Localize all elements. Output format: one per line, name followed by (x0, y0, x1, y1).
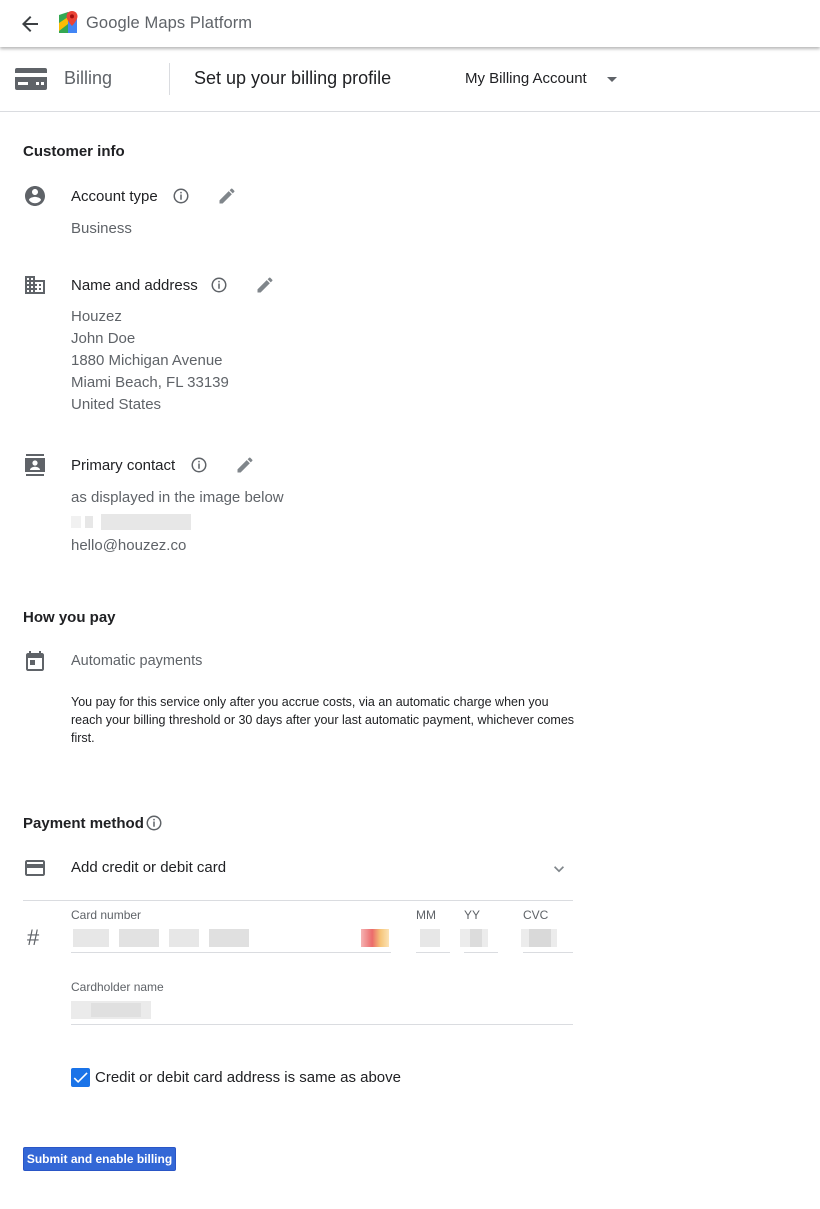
primary-contact-name: as displayed in the image below (71, 489, 284, 506)
card-number-label: Card number (71, 908, 142, 922)
address-line: 1880 Michigan Avenue (71, 352, 223, 369)
cvc-input[interactable] (521, 926, 573, 953)
address-line: Miami Beach, FL 33139 (71, 374, 229, 391)
primary-contact-edit-icon[interactable] (235, 455, 255, 475)
hash-icon: # (27, 925, 40, 950)
customer-info-heading: Customer info (23, 143, 125, 160)
address-line: John Doe (71, 330, 136, 347)
how-you-pay-heading: How you pay (23, 609, 116, 626)
billing-account-dropdown[interactable]: My Billing Account (465, 70, 617, 90)
primary-contact-email: hello@houzez.co (71, 537, 187, 554)
expiry-month-input[interactable] (416, 926, 450, 953)
credit-card-icon (15, 68, 47, 90)
maps-pin-logo-icon (59, 11, 78, 33)
top-app-bar: Google Maps Platform (0, 0, 820, 47)
billing-section-label: Billing (64, 68, 113, 88)
page-header: Billing Set up your billing profile My B… (0, 47, 820, 112)
account-type-value: Business (71, 220, 132, 237)
card-section-divider (23, 900, 573, 901)
page-title: Set up your billing profile (194, 68, 392, 88)
address-line: Houzez (71, 308, 122, 325)
payment-method-select[interactable]: Add credit or debit card (71, 857, 573, 881)
expiry-year-label: YY (464, 908, 481, 922)
header-divider (169, 63, 170, 95)
expiry-month-label: MM (416, 908, 436, 922)
billing-account-name: My Billing Account (465, 70, 587, 87)
primary-contact-label: Primary contact (71, 457, 176, 474)
business-building-icon (25, 276, 45, 294)
name-address-info-icon[interactable] (210, 276, 228, 294)
arrow-back-icon[interactable] (18, 12, 42, 36)
app-brand-name: Google Maps Platform (86, 14, 253, 32)
calendar-icon (26, 651, 44, 671)
expiry-year-input[interactable] (460, 926, 498, 953)
cardholder-name-input[interactable] (71, 997, 573, 1025)
caret-down-icon (607, 77, 617, 82)
card-brand-icon (361, 929, 389, 947)
account-type-edit-icon[interactable] (217, 186, 237, 206)
same-address-label[interactable]: Credit or debit card address is same as … (95, 1069, 401, 1086)
payment-method-heading: Payment method (23, 815, 144, 832)
account-type-label: Account type (71, 188, 158, 205)
payment-description: You pay for this service only after you … (71, 695, 575, 745)
card-number-input[interactable] (71, 926, 391, 953)
name-address-edit-icon[interactable] (255, 275, 275, 295)
account-circle-icon (25, 186, 45, 206)
checkmark-icon (73, 1072, 88, 1084)
contact-card-icon (25, 454, 45, 476)
cardholder-name-label: Cardholder name (71, 980, 164, 994)
payment-method-select-label: Add credit or debit card (71, 859, 227, 876)
payment-method-info-icon[interactable] (145, 814, 163, 832)
submit-enable-billing-button[interactable]: Submit and enable billing (23, 1147, 176, 1171)
payment-type: Automatic payments (71, 653, 203, 669)
same-address-checkbox[interactable] (71, 1068, 90, 1087)
cvc-label: CVC (523, 908, 549, 922)
card-icon (25, 860, 45, 876)
account-type-info-icon[interactable] (172, 187, 190, 205)
primary-contact-info-icon[interactable] (190, 456, 208, 474)
name-address-label: Name and address (71, 277, 198, 294)
address-line: United States (71, 396, 162, 413)
chevron-down-icon (554, 866, 564, 873)
redacted-phone (71, 512, 191, 530)
